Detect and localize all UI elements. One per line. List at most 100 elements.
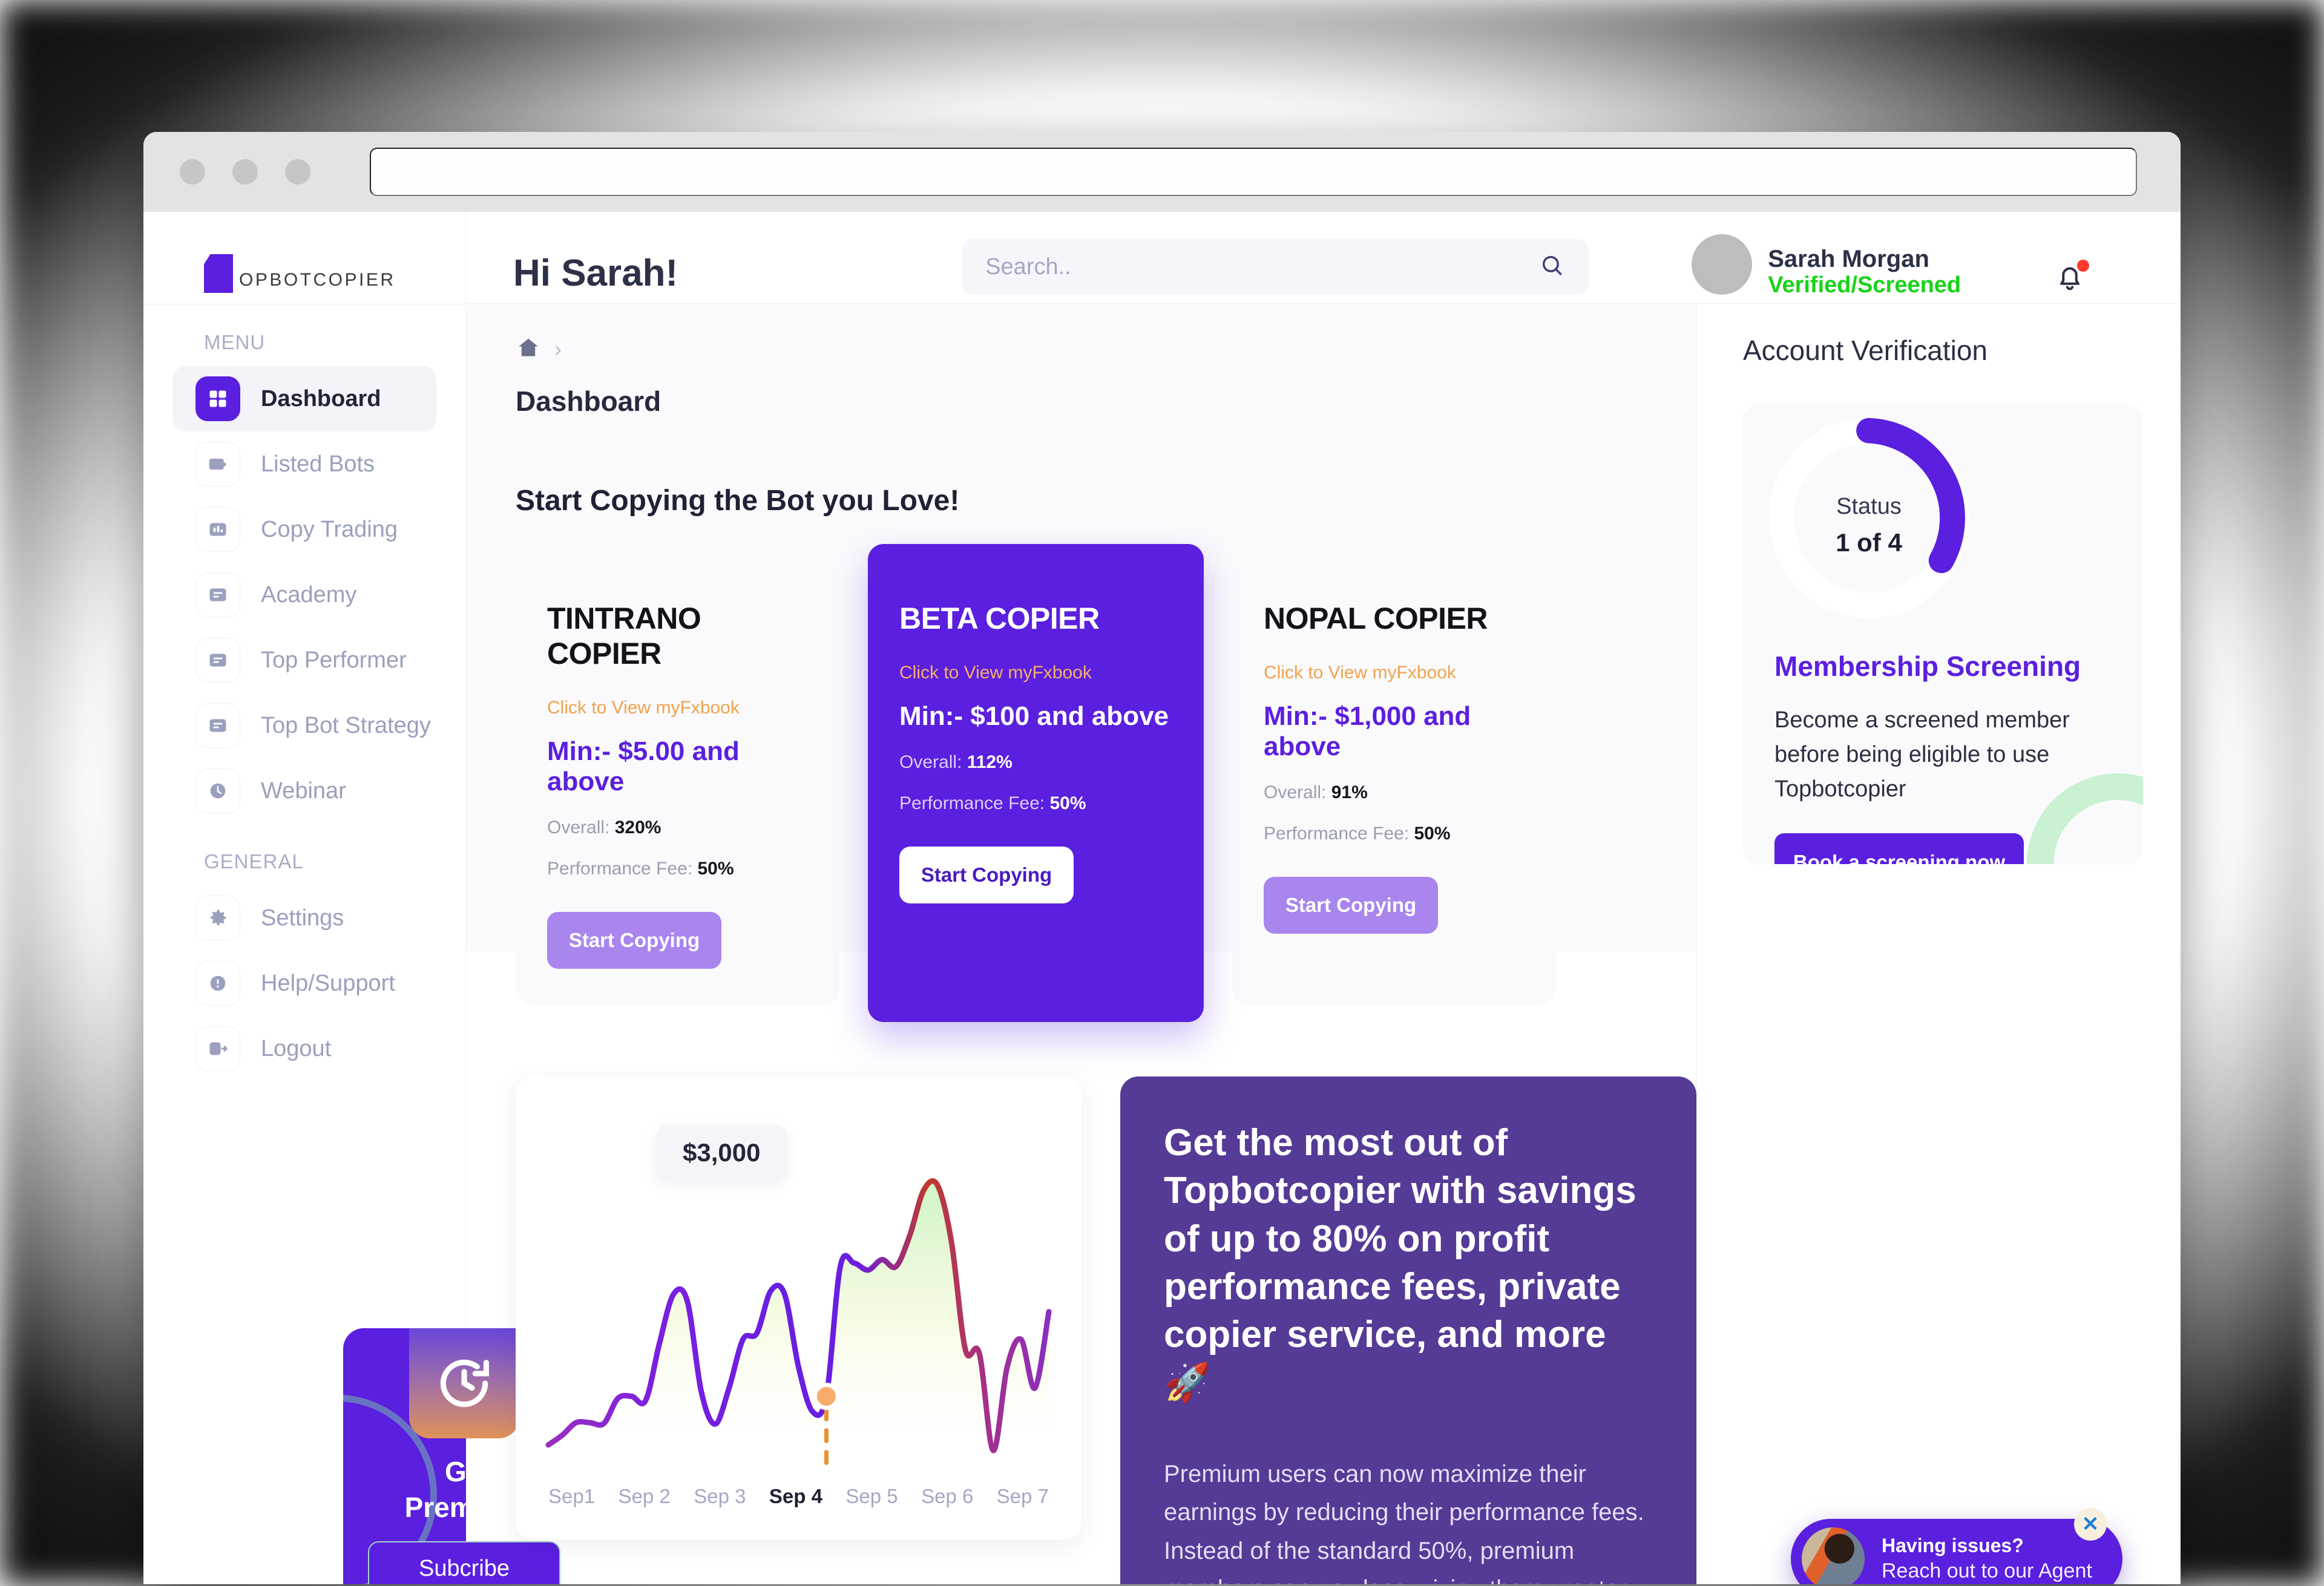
copier-fee-label: Performance Fee:	[899, 793, 1045, 813]
sidebar-item-label: Logout	[261, 1035, 332, 1061]
right-rail: Account Verification Status 1 of 4 Membe…	[1696, 304, 2181, 1584]
lower-row: $3,000 Sep1 Sep 2 Sep 3 Sep 4 Sep 5 Sep 6 Sep …	[516, 1076, 1696, 1584]
copier-fee-value: 50%	[1414, 824, 1451, 844]
content-row: › Dashboard Start Copying the Bot you Lo…	[466, 304, 2181, 1584]
maximize-window-dot[interactable]	[285, 159, 310, 185]
brand-logo[interactable]: OPBOTCOPIER	[143, 212, 465, 304]
view-myfxbook-link[interactable]: Click to View myFxbook	[1264, 663, 1525, 683]
copier-card-title: BETA COPIER	[899, 601, 1100, 635]
copier-overall-value: 320%	[614, 818, 661, 837]
status-progress-ring: Status 1 of 4	[1754, 418, 1984, 621]
copier-overall-value: 91%	[1331, 782, 1368, 802]
copier-overall-label: Overall:	[899, 752, 962, 772]
logo-mark-icon	[204, 254, 233, 293]
sidebar-item-settings[interactable]: Settings	[172, 885, 436, 951]
sidebar-item-dashboard[interactable]: Dashboard	[172, 366, 436, 431]
sidebar-item-listed-bots[interactable]: Listed Bots	[172, 431, 436, 497]
browser-chrome	[143, 132, 2181, 212]
copier-card-title: NOPAL COPIER	[1264, 601, 1488, 635]
copier-fee: Performance Fee: 50%	[899, 793, 1172, 814]
copier-fee-value: 50%	[1049, 793, 1086, 813]
sidebar-item-copy-trading[interactable]: Copy Trading	[172, 497, 436, 562]
copier-fee-value: 50%	[697, 859, 734, 879]
bar-chart-icon	[195, 507, 240, 552]
account-verification-card: Status 1 of 4 Membership Screening Becom…	[1743, 404, 2143, 864]
start-copying-button[interactable]: Start Copying	[899, 847, 1074, 903]
chart-tooltip: $3,000	[656, 1125, 787, 1181]
copier-min-amount: Min:- $5.00 and above	[547, 736, 740, 796]
breadcrumb: ›	[516, 330, 1696, 368]
close-window-dot[interactable]	[180, 159, 205, 185]
sidebar-item-label: Settings	[261, 905, 344, 931]
copier-card-beta[interactable]: BETA COPIER Click to View myFxbook Min:-…	[868, 544, 1204, 1022]
chat-widget[interactable]: Having issues? Reach out to our Agent ✕	[1791, 1508, 2122, 1584]
chart-x-tick: Sep1	[548, 1485, 596, 1507]
chart-plot	[516, 1076, 1082, 1473]
sidebar-section-general: GENERAL	[204, 850, 304, 873]
sidebar-item-label: Dashboard	[261, 385, 381, 411]
sidebar-item-label: Academy	[261, 582, 357, 608]
copier-card-list: TINTRANO COPIER Click to View myFxbook M…	[516, 544, 1696, 1022]
clock-refresh-icon	[409, 1328, 519, 1438]
chat-subline: Reach out to our Agent	[1882, 1559, 2092, 1582]
sidebar-item-help-support[interactable]: Help/Support	[172, 951, 436, 1016]
sidebar: OPBOTCOPIER MENU Dashboard Listed Bots C…	[143, 212, 585, 1584]
url-bar[interactable]	[370, 148, 2137, 196]
close-icon[interactable]: ✕	[2074, 1508, 2107, 1541]
status-ring-text: Status 1 of 4	[1754, 494, 1984, 557]
sidebar-item-label: Listed Bots	[261, 451, 375, 477]
grid-icon	[195, 376, 240, 421]
copier-card-tintrano[interactable]: TINTRANO COPIER Click to View myFxbook M…	[516, 561, 839, 1005]
start-copying-button[interactable]: Start Copying	[547, 912, 721, 969]
sidebar-item-label: Help/Support	[261, 970, 395, 996]
view-myfxbook-link[interactable]: Click to View myFxbook	[899, 663, 1172, 683]
chart-x-tick: Sep 5	[845, 1485, 898, 1507]
sidebar-item-academy[interactable]: Academy	[172, 562, 436, 628]
logout-icon	[195, 1026, 240, 1071]
chart-x-tick: Sep 7	[996, 1485, 1049, 1507]
copier-fee: Performance Fee: 50%	[1264, 824, 1525, 844]
browser-window: OPBOTCOPIER MENU Dashboard Listed Bots C…	[143, 132, 2181, 1584]
document-icon	[195, 572, 240, 617]
chat-text: Having issues? Reach out to our Agent	[1882, 1533, 2092, 1584]
sidebar-item-webinar[interactable]: Webinar	[172, 758, 436, 824]
page-title: Dashboard	[516, 385, 661, 417]
home-icon[interactable]	[516, 335, 541, 364]
agent-avatar	[1802, 1527, 1865, 1584]
sidebar-item-label: Copy Trading	[261, 516, 398, 542]
search-box[interactable]	[962, 239, 1589, 295]
wallet-icon	[195, 442, 240, 487]
copier-card-title: TINTRANO COPIER	[547, 601, 701, 670]
copier-fee: Performance Fee: 50%	[547, 859, 808, 879]
copier-overall-label: Overall:	[1264, 782, 1327, 802]
promo-banner: Get the most out of Topbotcopier with sa…	[1120, 1076, 1696, 1584]
center-content: › Dashboard Start Copying the Bot you Lo…	[466, 304, 1696, 1584]
section-title: Start Copying the Bot you Love!	[516, 485, 960, 517]
status-label: Status	[1836, 494, 1902, 519]
view-myfxbook-link[interactable]: Click to View myFxbook	[547, 698, 808, 718]
book-screening-button[interactable]: Book a screening now	[1774, 833, 2024, 864]
search-icon[interactable]	[1539, 252, 1566, 282]
sidebar-item-top-performer[interactable]: Top Performer	[172, 628, 436, 693]
chart-x-tick: Sep 2	[618, 1485, 671, 1507]
sidebar-item-logout[interactable]: Logout	[172, 1016, 436, 1081]
window-controls	[180, 159, 310, 185]
search-input[interactable]	[985, 254, 1540, 280]
notification-bell-icon[interactable]	[2053, 258, 2090, 295]
account-verification-title: Account Verification	[1743, 335, 1988, 366]
status-value: 1 of 4	[1836, 528, 1902, 557]
start-copying-button[interactable]: Start Copying	[1264, 877, 1438, 934]
chart-x-axis: Sep1 Sep 2 Sep 3 Sep 4 Sep 5 Sep 6 Sep 7	[516, 1485, 1082, 1508]
avatar	[1692, 234, 1753, 295]
copier-card-nopal[interactable]: NOPAL COPIER Click to View myFxbook Min:…	[1232, 561, 1556, 1005]
minimize-window-dot[interactable]	[232, 159, 258, 185]
copier-overall: Overall: 320%	[547, 818, 808, 838]
profile-name: Sarah Morgan	[1768, 245, 1929, 272]
chart-x-tick: Sep 4	[769, 1485, 822, 1507]
earnings-chart-card: $3,000 Sep1 Sep 2 Sep 3 Sep 4 Sep 5 Sep 6 Sep …	[516, 1076, 1082, 1539]
logo-text: OPBOTCOPIER	[239, 270, 396, 290]
user-profile[interactable]: Sarah Morgan Verified/Screened	[1692, 234, 1961, 298]
sidebar-item-top-bot-strategy[interactable]: Top Bot Strategy	[172, 693, 436, 758]
membership-screening-heading: Membership Screening	[1774, 650, 2081, 682]
topbar: Hi Sarah! Sarah Morgan Verified/Screened	[466, 212, 2181, 304]
